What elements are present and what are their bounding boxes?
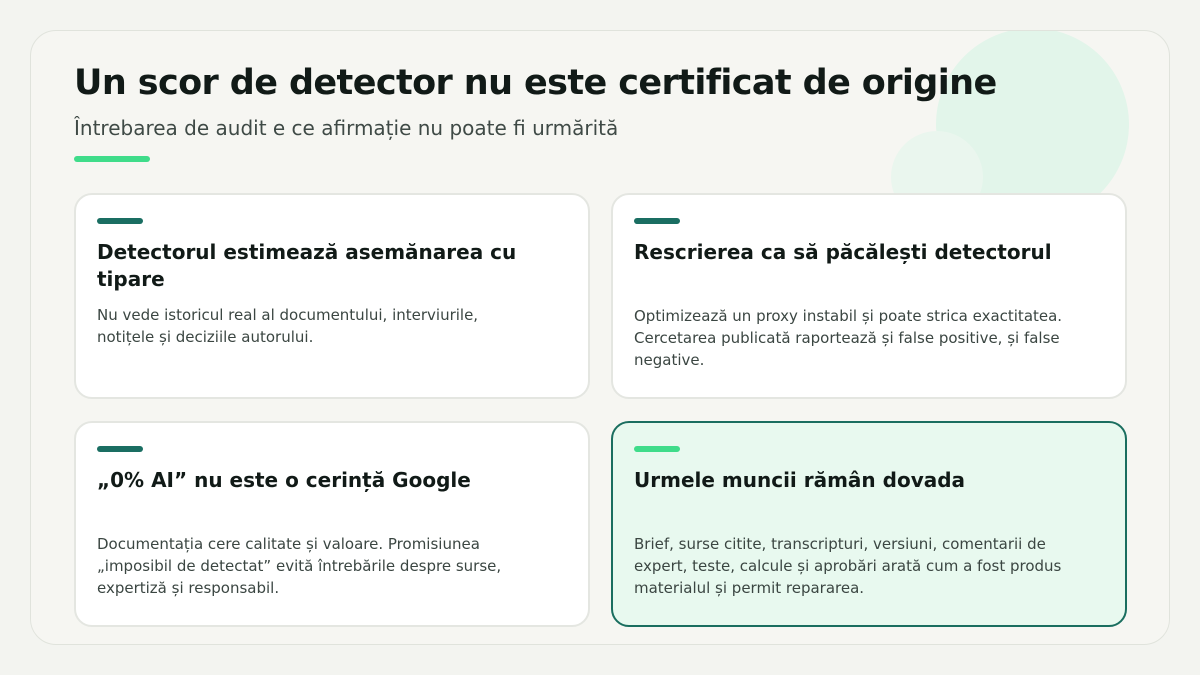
card-detector-estimates: Detectorul estimează asemănarea cu tipar… [74, 193, 590, 399]
card-work-traces: Urmele muncii rămân dovada Brief, surse … [611, 421, 1127, 627]
card-text: Brief, surse citite, transcripturi, vers… [634, 535, 1062, 597]
card-title: „0% AI” nu este o cerință Google [97, 468, 471, 492]
card-rewriting: Rescrierea ca să păcălești detectorul Op… [611, 193, 1127, 399]
card-title: Urmele muncii rămân dovada [634, 468, 966, 492]
card-zero-ai: „0% AI” nu este o cerință Google Documen… [74, 421, 590, 627]
card-text: Documentația cere calitate și valoare. P… [97, 535, 502, 597]
card-accent-bar [634, 446, 680, 452]
card-text: Nu vede istoricul real al documentului, … [97, 306, 479, 346]
card-title: Rescrierea ca să păcălești detectorul [634, 240, 1052, 264]
page-subtitle: Întrebarea de audit e ce afirmație nu po… [74, 116, 619, 140]
slide: Un scor de detector nu este certificat d… [30, 30, 1170, 645]
card-accent-bar [97, 218, 143, 224]
title-accent-bar [74, 156, 150, 162]
card-accent-bar [634, 218, 680, 224]
card-accent-bar [97, 446, 143, 452]
card-title: Detectorul estimează asemănarea cu tipar… [97, 240, 517, 291]
page-title: Un scor de detector nu este certificat d… [74, 63, 997, 103]
card-text: Optimizează un proxy instabil și poate s… [634, 307, 1063, 369]
